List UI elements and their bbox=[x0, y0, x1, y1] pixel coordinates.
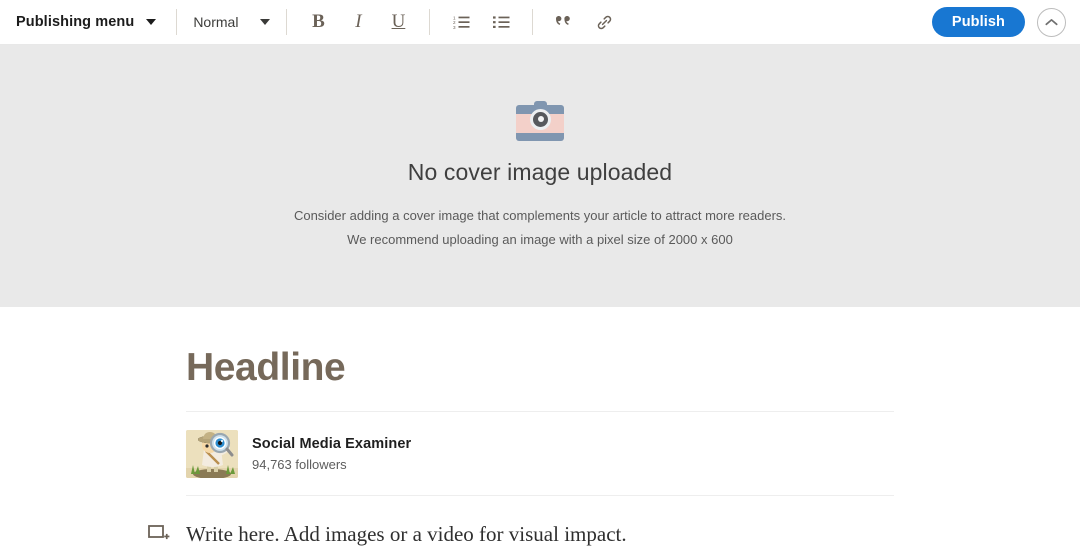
editor-toolbar: Publishing menu Normal B I U 1 2 3 Publi… bbox=[0, 0, 1080, 45]
insert-group bbox=[549, 7, 619, 37]
author-info: Social Media Examiner 94,763 followers bbox=[252, 435, 411, 474]
toolbar-divider bbox=[176, 9, 178, 35]
text-format-group: B I U bbox=[303, 7, 413, 37]
list-group: 1 2 3 bbox=[446, 7, 516, 37]
link-button[interactable] bbox=[589, 7, 619, 37]
avatar[interactable] bbox=[186, 430, 238, 478]
text-style-value: Normal bbox=[193, 14, 239, 30]
numbered-list-button[interactable]: 1 2 3 bbox=[446, 7, 476, 37]
bulleted-list-button[interactable] bbox=[486, 7, 516, 37]
quote-button[interactable] bbox=[549, 7, 579, 37]
cover-title: No cover image uploaded bbox=[407, 158, 673, 185]
collapse-toolbar-button[interactable] bbox=[1037, 7, 1066, 37]
explorer-avatar bbox=[186, 430, 238, 478]
svg-text:3: 3 bbox=[453, 25, 456, 29]
cover-subtitle-line-1: Consider adding a cover image that compl… bbox=[293, 207, 787, 223]
chevron-up-icon bbox=[1045, 18, 1058, 25]
article-body-input[interactable]: Write here. Add images or a video for vi… bbox=[186, 520, 627, 548]
numbered-list-icon: 1 2 3 bbox=[453, 15, 470, 29]
author-name: Social Media Examiner bbox=[252, 435, 412, 452]
toolbar-divider bbox=[532, 9, 534, 35]
link-icon bbox=[597, 15, 612, 29]
chevron-down-icon bbox=[146, 19, 157, 25]
text-style-dropdown[interactable]: Normal bbox=[193, 14, 271, 30]
cover-image-dropzone[interactable]: No cover image uploaded Consider adding … bbox=[0, 45, 1080, 307]
author-row: Social Media Examiner 94,763 followers bbox=[186, 412, 894, 495]
toolbar-divider bbox=[286, 9, 288, 35]
chevron-down-icon bbox=[260, 19, 271, 25]
headline-input[interactable]: Headline bbox=[186, 345, 894, 391]
bulleted-list-icon bbox=[492, 16, 510, 28]
add-block-icon bbox=[148, 525, 170, 540]
camera-icon bbox=[516, 100, 564, 141]
publishing-menu-label: Publishing menu bbox=[16, 14, 135, 30]
bold-button[interactable]: B bbox=[303, 7, 333, 37]
toolbar-actions: Publish bbox=[931, 7, 1066, 37]
publish-button[interactable]: Publish bbox=[931, 7, 1025, 37]
cover-subtitle-line-2: We recommend uploading an image with a p… bbox=[347, 231, 733, 247]
underline-button[interactable]: U bbox=[383, 7, 413, 37]
article-body-row: Write here. Add images or a video for vi… bbox=[148, 496, 894, 548]
quote-icon bbox=[556, 15, 571, 25]
author-followers: 94,763 followers bbox=[252, 456, 347, 472]
add-block-button[interactable] bbox=[146, 521, 172, 547]
publishing-menu-dropdown[interactable]: Publishing menu bbox=[16, 14, 160, 30]
italic-button[interactable]: I bbox=[343, 7, 373, 37]
toolbar-divider bbox=[429, 9, 431, 35]
cover-subtitle: Consider adding a cover image that compl… bbox=[294, 204, 786, 252]
article-editor: Headline Social Media Examiner 94,763 fo… bbox=[0, 307, 1080, 548]
